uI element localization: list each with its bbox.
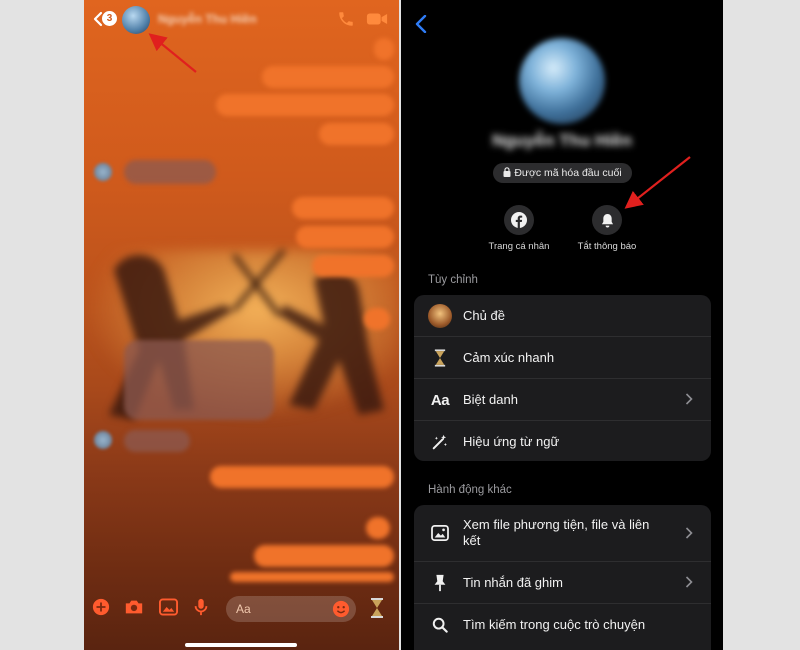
message-bubble bbox=[364, 308, 390, 330]
home-indicator bbox=[185, 643, 297, 647]
section-title-other-actions: Hành động khác bbox=[428, 484, 512, 496]
contact-avatar[interactable] bbox=[122, 6, 150, 34]
message-bubble bbox=[292, 197, 394, 219]
message-bubble bbox=[230, 572, 394, 582]
menu-item-label: Tin nhắn đã ghim bbox=[463, 575, 563, 590]
bell-icon bbox=[601, 213, 613, 227]
menu-item-pinned-messages[interactable]: Tin nhắn đã ghim bbox=[414, 562, 711, 604]
lock-icon bbox=[503, 167, 511, 177]
chevron-right-icon bbox=[685, 527, 693, 539]
chevron-right-icon bbox=[685, 576, 693, 588]
message-bubble bbox=[374, 38, 394, 60]
menu-item-label: Xem file phương tiện, file và liên kết bbox=[463, 517, 650, 548]
menu-item-label: Hiệu ứng từ ngữ bbox=[463, 434, 560, 449]
menu-item-quick-reaction[interactable]: Cảm xúc nhanh bbox=[414, 337, 711, 379]
unread-badge: 3 bbox=[102, 11, 117, 26]
message-bubble bbox=[319, 123, 394, 145]
message-bubble bbox=[366, 517, 390, 539]
menu-item-label: Cảm xúc nhanh bbox=[463, 350, 555, 365]
message-bubble bbox=[124, 430, 190, 452]
aa-icon: Aa bbox=[430, 391, 450, 409]
magic-wand-icon bbox=[428, 431, 452, 453]
message-bubble bbox=[296, 226, 394, 248]
message-bubble bbox=[210, 466, 394, 488]
camera-icon[interactable] bbox=[124, 598, 144, 616]
back-chevron-icon[interactable] bbox=[415, 15, 427, 33]
message-input-placeholder: Aa bbox=[236, 602, 251, 616]
quick-reaction-hourglass-icon[interactable] bbox=[370, 598, 384, 618]
profile-action-circle bbox=[504, 205, 534, 235]
menu-item-theme[interactable]: Chủ đề bbox=[414, 295, 711, 337]
conversation-info-screen: Nguyễn Thu Hiền Được mã hóa đầu cuối Tra… bbox=[401, 0, 723, 650]
message-input[interactable]: Aa bbox=[226, 596, 356, 622]
chevron-right-icon bbox=[685, 393, 693, 405]
mute-action-circle bbox=[592, 205, 622, 235]
profile-name: Nguyễn Thu Hiền bbox=[492, 131, 632, 150]
message-bubble bbox=[124, 340, 274, 420]
hourglass-icon bbox=[428, 347, 452, 369]
facebook-icon bbox=[511, 212, 527, 228]
menu-item-label: Tìm kiếm trong cuộc trò chuyện bbox=[463, 617, 646, 632]
message-bubble bbox=[216, 94, 394, 116]
message-composer: Aa bbox=[84, 588, 399, 628]
profile-action-label: Trang cá nhân bbox=[488, 241, 550, 252]
encryption-badge[interactable]: Được mã hóa đầu cuối bbox=[493, 163, 632, 183]
sender-avatar bbox=[94, 431, 112, 449]
video-call-icon[interactable] bbox=[366, 11, 388, 27]
menu-item-search-conversation[interactable]: Tìm kiếm trong cuộc trò chuyện bbox=[414, 604, 711, 645]
menu-item-label: Chủ đề bbox=[463, 308, 505, 323]
contact-name[interactable]: Nguyễn Thu Hiền bbox=[158, 12, 257, 26]
message-bubble bbox=[262, 66, 394, 88]
menu-item-nicknames[interactable]: Aa Biệt danh bbox=[414, 379, 711, 421]
section-title-customize: Tùy chỉnh bbox=[428, 274, 478, 286]
menu-item-word-effects[interactable]: Hiệu ứng từ ngữ bbox=[414, 421, 711, 461]
message-bubble bbox=[254, 545, 394, 567]
pin-icon bbox=[428, 572, 452, 594]
gallery-icon[interactable] bbox=[159, 598, 178, 616]
microphone-icon[interactable] bbox=[194, 598, 208, 616]
other-actions-card: Xem file phương tiện, file và liên kết T… bbox=[414, 505, 711, 650]
emoji-icon[interactable] bbox=[332, 600, 350, 618]
customize-card: Chủ đề Cảm xúc nhanh Aa Biệt danh Hiệu ứ… bbox=[414, 295, 711, 461]
profile-avatar[interactable] bbox=[519, 38, 605, 124]
message-bubble bbox=[124, 160, 216, 184]
profile-action-button[interactable]: Trang cá nhân bbox=[474, 205, 564, 252]
mute-notifications-button[interactable]: Tắt thông báo bbox=[562, 205, 652, 252]
add-circle-icon[interactable] bbox=[92, 598, 110, 616]
theme-avatar-icon bbox=[428, 304, 452, 328]
chat-screen: 3 Nguyễn Thu Hiền Aa bbox=[84, 0, 399, 650]
menu-item-media-files-links[interactable]: Xem file phương tiện, file và liên kết bbox=[414, 505, 711, 562]
message-bubble bbox=[312, 255, 394, 277]
mute-action-label: Tắt thông báo bbox=[577, 241, 637, 252]
encryption-label: Được mã hóa đầu cuối bbox=[514, 167, 622, 179]
menu-item-label: Biệt danh bbox=[463, 392, 518, 407]
search-icon bbox=[428, 614, 452, 636]
sender-avatar bbox=[94, 163, 112, 181]
phone-call-icon[interactable] bbox=[337, 10, 355, 28]
image-icon bbox=[428, 522, 452, 544]
chat-header: 3 Nguyễn Thu Hiền bbox=[84, 0, 399, 40]
